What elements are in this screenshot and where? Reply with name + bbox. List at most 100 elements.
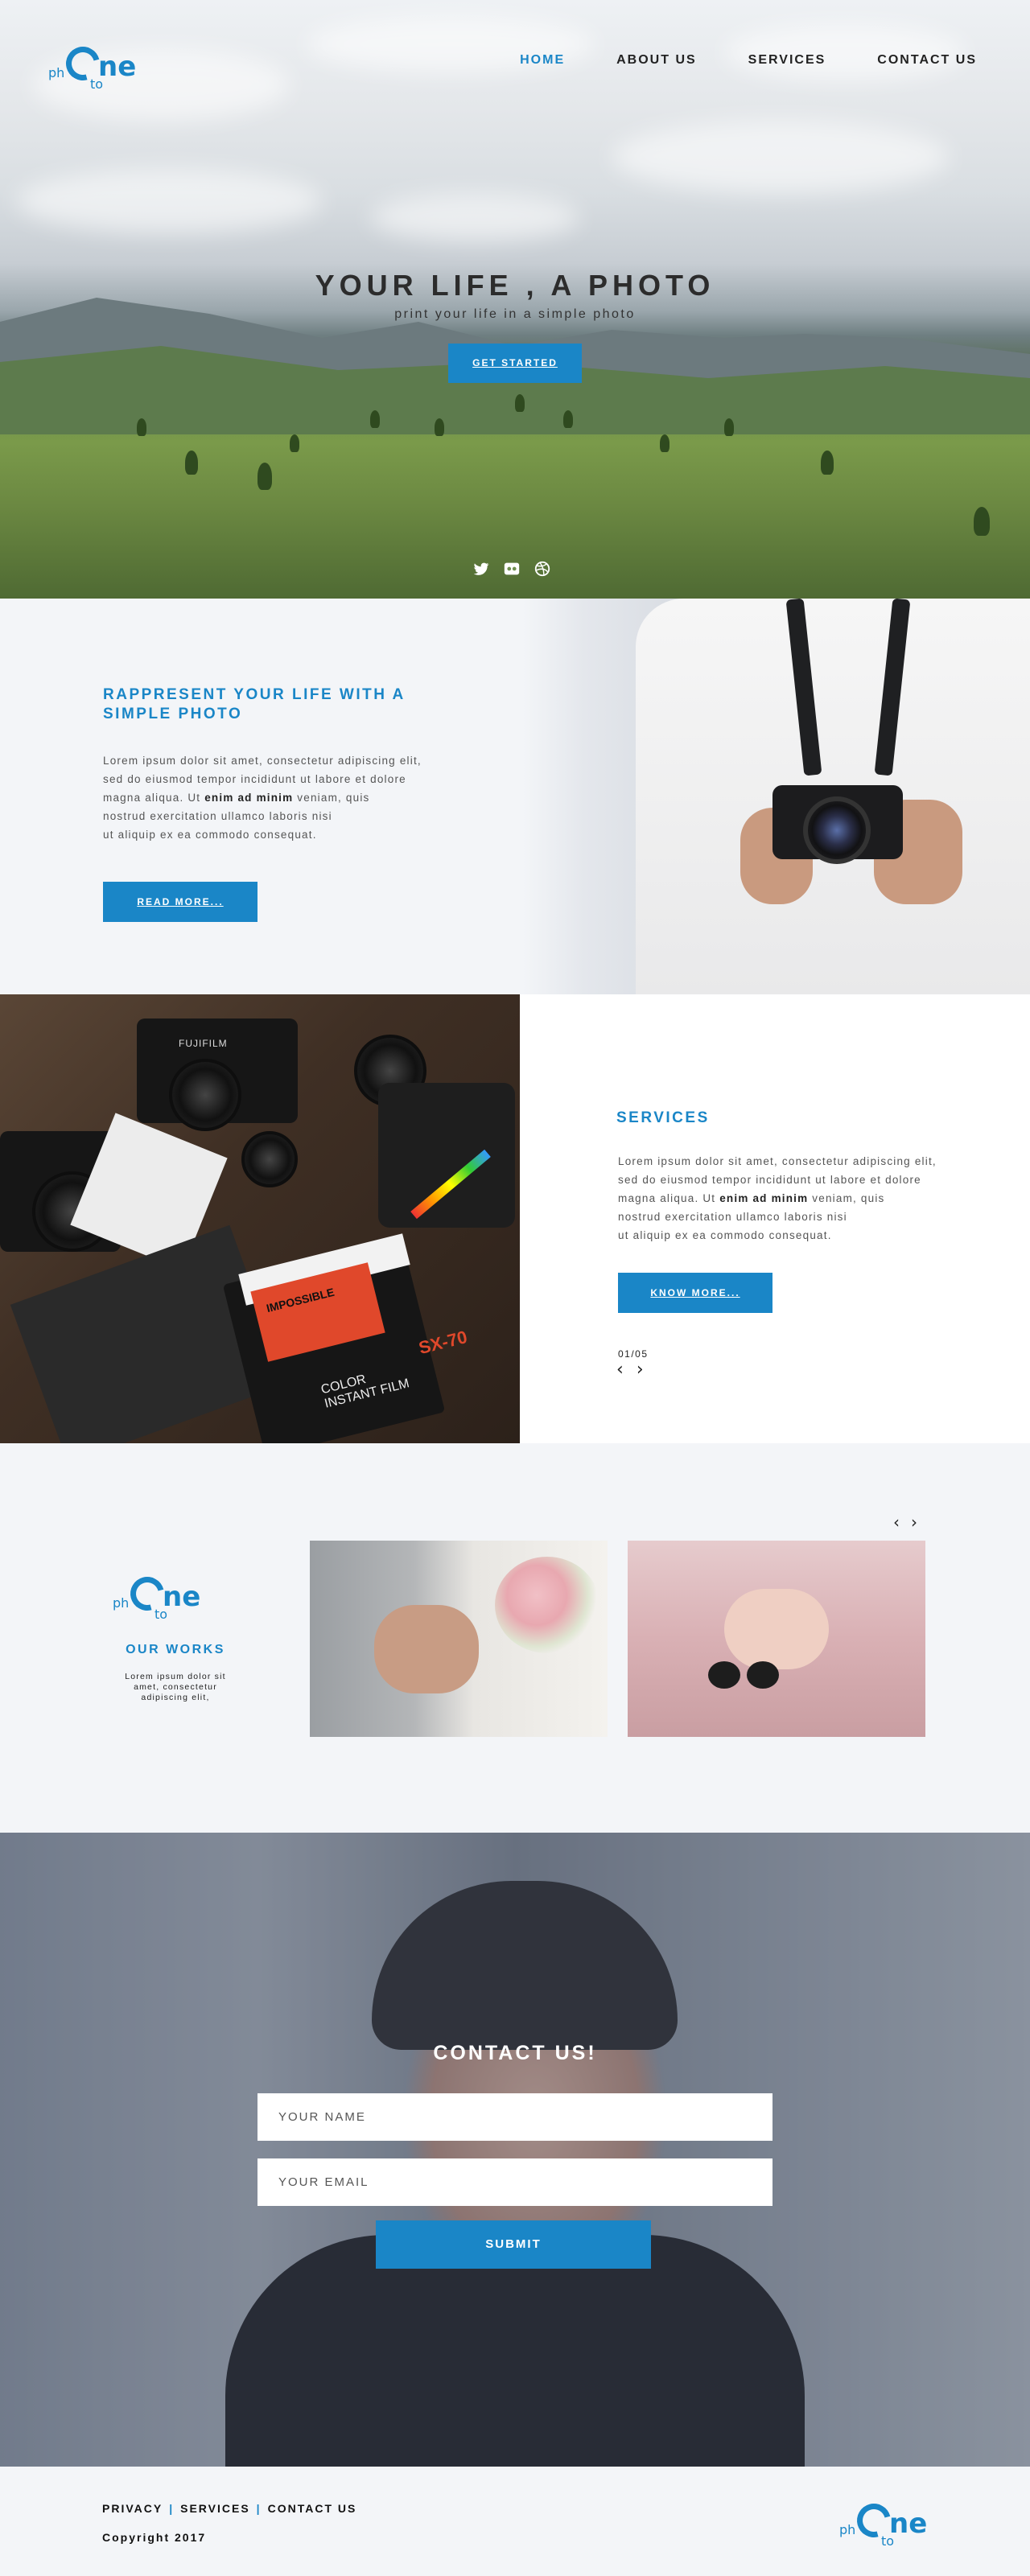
camera-lens-shape [169,1059,241,1131]
get-started-button[interactable]: GET STARTED [448,344,582,383]
about-section: RAPPRESENT YOUR LIFE WITH A SIMPLE PHOTO… [0,599,1030,994]
logo-ph-text: ph [48,65,65,80]
copyright-text: Copyright 2017 [102,2531,207,2544]
services-title: SERVICES [616,1109,710,1126]
read-more-button[interactable]: READ MORE... [103,882,258,922]
services-text: Lorem ipsum dolor sit amet, consectetur … [618,1152,972,1245]
main-nav: HOME ABOUT US SERVICES CONTACT US [468,53,977,68]
footer-separator: | [169,2502,175,2515]
contact-title: CONTACT US! [433,2042,597,2064]
footer: PRIVACY | SERVICES | CONTACT US Copyrigh… [0,2467,1030,2576]
work-photo-wedding[interactable] [310,1541,608,1737]
nav-contact-us[interactable]: CONTACT US [877,53,977,68]
cloud-shape [16,169,322,233]
prev-arrow-icon[interactable]: ‹ [893,1512,900,1532]
about-text-line: sed do eiusmod tempor incididunt ut labo… [103,773,406,785]
nav-home[interactable]: HOME [520,53,565,68]
nav-services[interactable]: SERVICES [748,53,826,68]
services-text-line: Lorem ipsum dolor sit amet, consectetur … [618,1155,937,1167]
work-photo-sunglasses[interactable] [628,1541,925,1737]
tree-shape [137,418,146,436]
next-arrow-icon[interactable]: › [911,1512,917,1532]
tree-shape [185,451,198,475]
about-text-span: magna aliqua. Ut [103,792,205,804]
logo-to-text: to [90,76,104,92]
name-field[interactable] [258,2093,772,2141]
tree-shape [974,507,990,536]
logo-to-text: to [881,2533,895,2549]
flickr-icon[interactable] [502,560,521,579]
tree-shape [821,451,834,475]
services-text-span: magna aliqua. Ut [618,1192,720,1204]
cloud-shape [724,24,966,80]
rainbow-stripe [410,1149,491,1220]
footer-privacy-link[interactable]: PRIVACY [102,2502,163,2515]
about-text: Lorem ipsum dolor sit amet, consectetur … [103,751,481,844]
hero-title: YOUR LIFE , A PHOTO [315,269,715,302]
tree-shape [258,463,272,490]
about-text-line: nostrud exercitation ullamco laboris nis… [103,810,332,822]
services-text-line: sed do eiusmod tempor incididunt ut labo… [618,1174,921,1186]
site-logo[interactable]: ph ne to [48,40,137,92]
polaroid-camera-shape [378,1083,515,1228]
dribbble-icon[interactable] [533,560,552,579]
cloud-shape [612,121,950,193]
works-title: OUR WORKS [126,1643,225,1656]
services-text-line: magna aliqua. Ut enim ad minim veniam, q… [618,1189,972,1208]
twitter-icon[interactable] [472,560,491,579]
slide-counter: 01/05 [618,1348,649,1360]
tree-shape [370,410,380,428]
prev-arrow-icon[interactable]: ‹ [616,1360,624,1380]
tree-shape [290,434,299,452]
works-logo: ph ne to [113,1570,201,1622]
submit-button[interactable]: SUBMIT [376,2220,651,2269]
about-text-line: magna aliqua. Ut enim ad minim veniam, q… [103,788,481,807]
works-text: Lorem ipsum dolor sit amet, consectetur … [125,1672,226,1702]
sunglasses-shape [708,1661,781,1693]
logo-ph-text: ph [839,2522,856,2537]
beanie-shape [372,1881,678,2050]
hero-subtitle: print your life in a simple photo [394,307,636,321]
arm-shape [374,1605,479,1693]
footer-contact-link[interactable]: CONTACT US [268,2502,357,2515]
footer-links: PRIVACY | SERVICES | CONTACT US [102,2502,356,2515]
about-text-line: Lorem ipsum dolor sit amet, consectetur … [103,755,422,767]
hero-section: ph ne to HOME ABOUT US SERVICES CONTACT … [0,0,1030,599]
logo-ph-text: ph [113,1595,130,1611]
logo-ne-text: ne [163,1581,201,1613]
services-slider-arrows: ‹ › [616,1360,644,1380]
services-text-line: nostrud exercitation ullamco laboris nis… [618,1211,847,1223]
jacket-shape [225,2235,805,2467]
next-arrow-icon[interactable]: › [637,1360,644,1380]
about-text-span: veniam, quis [293,792,370,804]
contact-section: CONTACT US! SUBMIT [0,1833,1030,2467]
tree-shape [660,434,670,452]
works-slider-arrows: ‹ › [893,1512,917,1532]
services-text-bold: enim ad minim [719,1192,809,1204]
logo-to-text: to [154,1607,168,1622]
services-text-line: ut aliquip ex ea commodo consequat. [618,1229,832,1241]
tree-shape [515,394,525,412]
footer-separator: | [256,2502,262,2515]
bouquet-shape [495,1557,599,1653]
camera-gear-photo: FUJIFILM IMPOSSIBLE SX-70 COLOR INSTANT … [0,994,520,1443]
fujifilm-label: FUJIFILM [179,1038,228,1049]
services-section: FUJIFILM IMPOSSIBLE SX-70 COLOR INSTANT … [0,994,1030,1443]
footer-logo[interactable]: ph ne to [839,2497,928,2549]
nav-about-us[interactable]: ABOUT US [616,53,697,68]
hands-shape [724,1589,829,1669]
social-links [472,560,552,579]
tree-shape [724,418,734,436]
know-more-button[interactable]: KNOW MORE... [618,1273,772,1313]
email-field[interactable] [258,2158,772,2206]
logo-ne-text: ne [98,51,137,83]
tree-shape [435,418,444,436]
logo-ne-text: ne [889,2508,928,2540]
cloud-shape [370,193,579,241]
works-section: ph ne to OUR WORKS Lorem ipsum dolor sit… [0,1443,1030,1833]
about-text-line: ut aliquip ex ea commodo consequat. [103,829,317,841]
about-text-bold: enim ad minim [204,792,294,804]
camera-lens-shape [241,1131,298,1187]
footer-services-link[interactable]: SERVICES [180,2502,250,2515]
about-title: RAPPRESENT YOUR LIFE WITH A SIMPLE PHOTO [103,686,406,722]
